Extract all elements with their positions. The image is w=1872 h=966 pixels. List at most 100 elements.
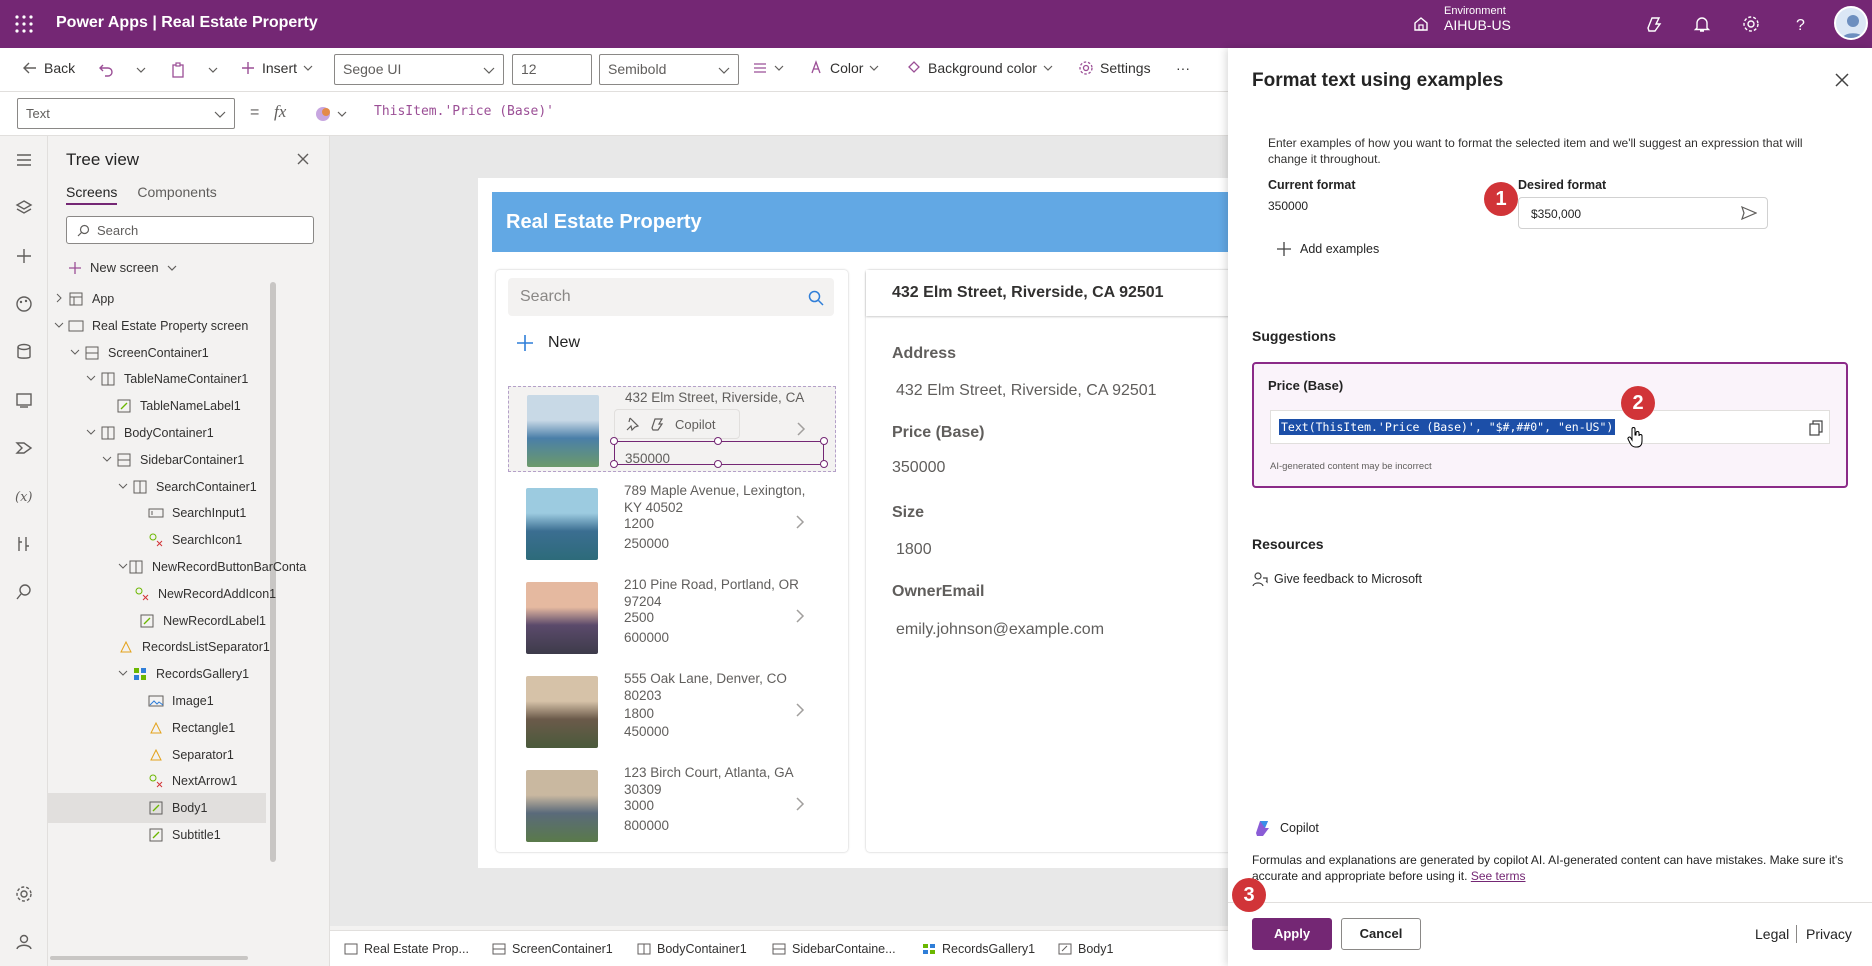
legal-link[interactable]: Legal	[1755, 926, 1789, 942]
gallery-row[interactable]: 210 Pine Road, Portland, OR 97204 2500 600…	[508, 574, 836, 660]
more-button[interactable]: ···	[1176, 60, 1190, 76]
close-icon[interactable]	[296, 152, 310, 166]
pin-icon[interactable]	[625, 417, 639, 431]
data-cylinder-icon[interactable]	[14, 342, 34, 362]
resize-handle[interactable]	[610, 437, 618, 445]
font-weight-select[interactable]: Semibold	[599, 54, 739, 85]
resize-handle[interactable]	[610, 460, 618, 468]
tree-view-layers-icon[interactable]	[14, 198, 34, 218]
tree-item[interactable]: Image1	[48, 686, 266, 716]
apply-button[interactable]: Apply	[1252, 918, 1332, 950]
tree-item[interactable]: NextArrow1	[48, 766, 266, 796]
tree-item[interactable]: ScreenContainer1	[48, 338, 266, 368]
background-color-button[interactable]: Background color	[906, 60, 1053, 76]
breadcrumb-item[interactable]: BodyContainer1	[637, 942, 747, 956]
themes-palette-icon[interactable]	[14, 294, 34, 314]
fx-icon[interactable]: fx	[274, 102, 286, 122]
tree-item[interactable]: SearchContainer1	[48, 472, 266, 502]
tree-item[interactable]: TableNameLabel1	[48, 391, 266, 421]
gallery-row[interactable]: 123 Birch Court, Atlanta, GA 30309 3000 80…	[508, 762, 836, 848]
chevron-down-icon[interactable]	[208, 65, 218, 75]
tree-item[interactable]: Body1	[48, 793, 266, 824]
breadcrumb-item[interactable]: Real Estate Prop...	[344, 942, 469, 956]
breadcrumb-item[interactable]: SidebarContaine...	[772, 942, 896, 956]
formula-input[interactable]: ThisItem.'Price (Base)'	[374, 104, 554, 119]
user-avatar[interactable]	[1834, 6, 1868, 40]
chevron-down-icon[interactable]	[136, 65, 146, 75]
tree-item[interactable]: TableNameContainer1	[48, 364, 266, 394]
resize-handle[interactable]	[820, 437, 828, 445]
tree-item[interactable]: NewRecordAddIcon1	[48, 579, 276, 609]
next-arrow-icon[interactable]	[794, 514, 806, 530]
tree-item[interactable]: SearchIcon1	[48, 525, 266, 555]
color-button[interactable]: Color	[808, 60, 879, 76]
power-automate-icon[interactable]	[14, 438, 34, 458]
copilot-icon[interactable]	[1644, 14, 1664, 34]
tree-item[interactable]: Subtitle1	[48, 820, 266, 850]
back-button[interactable]: Back	[22, 60, 75, 76]
suggestion-code-box[interactable]: Text(ThisItem.'Price (Base)', "$#,##0", …	[1270, 410, 1830, 444]
font-family-select[interactable]: Segoe UI	[334, 54, 504, 85]
chevron-down-icon[interactable]	[118, 480, 132, 494]
chevron-down-icon[interactable]	[102, 453, 116, 467]
chevron-right-icon[interactable]	[54, 292, 68, 306]
media-icon[interactable]	[14, 390, 34, 410]
suggestion-code[interactable]: Text(ThisItem.'Price (Base)', "$#,##0", …	[1279, 419, 1616, 435]
chevron-down-icon[interactable]	[54, 319, 68, 333]
next-arrow-icon[interactable]	[795, 421, 807, 437]
search-icon[interactable]	[14, 582, 34, 602]
cancel-button[interactable]: Cancel	[1341, 918, 1421, 950]
settings-gear-icon[interactable]	[1741, 14, 1761, 34]
insert-plus-icon[interactable]	[14, 246, 34, 266]
tree-item[interactable]: SidebarContainer1	[48, 445, 266, 475]
chevron-down-icon[interactable]	[118, 560, 128, 574]
font-size-input[interactable]: 12	[512, 54, 592, 85]
search-icon[interactable]	[808, 290, 824, 306]
copilot-formula-icon[interactable]	[314, 105, 348, 123]
help-icon[interactable]: ?	[1790, 14, 1810, 34]
environment-picker[interactable]: Environment AIHUB-US	[1444, 5, 1511, 33]
settings-button[interactable]: Settings	[1078, 60, 1151, 76]
tree-item[interactable]: SearchInput1	[48, 498, 266, 528]
gallery-search-input[interactable]: Search	[508, 278, 834, 316]
send-icon[interactable]	[1741, 206, 1757, 220]
copilot-icon[interactable]	[649, 416, 665, 432]
app-launcher-icon[interactable]	[14, 14, 34, 34]
add-examples-button[interactable]: Add examples	[1276, 241, 1379, 257]
tree-item[interactable]: Real Estate Property screen	[48, 311, 266, 341]
gallery-row[interactable]: 555 Oak Lane, Denver, CO 80203 1800 450000	[508, 668, 836, 754]
chevron-down-icon[interactable]	[86, 426, 100, 440]
new-record-button[interactable]: New	[516, 334, 580, 352]
tree-item[interactable]: NewRecordLabel1	[48, 606, 266, 636]
new-screen-button[interactable]: New screen	[68, 260, 177, 275]
close-icon[interactable]	[1834, 72, 1850, 88]
align-button[interactable]	[752, 60, 784, 76]
tab-components[interactable]: Components	[137, 184, 216, 205]
tree-horizontal-scrollbar[interactable]	[50, 956, 248, 960]
privacy-link[interactable]: Privacy	[1806, 926, 1852, 942]
breadcrumb-item[interactable]: RecordsGallery1	[922, 942, 1035, 956]
breadcrumb-item[interactable]: Body1	[1058, 942, 1113, 956]
tree-item[interactable]: NewRecordButtonBarConta	[48, 552, 306, 582]
see-terms-link[interactable]: See terms	[1471, 869, 1526, 883]
next-arrow-icon[interactable]	[794, 608, 806, 624]
paste-icon[interactable]	[170, 62, 186, 78]
tree-item[interactable]: RecordsListSeparator1	[48, 632, 270, 662]
breadcrumb-item[interactable]: ScreenContainer1	[492, 942, 613, 956]
app-header[interactable]: Real Estate Property	[492, 192, 1242, 252]
tree-item[interactable]: App	[48, 284, 266, 314]
copy-icon[interactable]	[1809, 420, 1823, 436]
next-arrow-icon[interactable]	[794, 702, 806, 718]
settings-gear-icon[interactable]	[14, 884, 34, 904]
environment-icon[interactable]	[1412, 15, 1430, 33]
chevron-down-icon[interactable]	[86, 372, 100, 386]
variables-icon[interactable]: (x)	[14, 486, 34, 506]
tree-item[interactable]: Separator1	[48, 740, 266, 770]
tree-item[interactable]: Rectangle1	[48, 713, 266, 743]
resize-handle[interactable]	[714, 460, 722, 468]
tree-item[interactable]: RecordsGallery1	[48, 659, 266, 689]
account-icon[interactable]	[14, 932, 34, 952]
insert-button[interactable]: Insert	[240, 60, 313, 76]
menu-icon[interactable]	[14, 150, 34, 170]
tree-search-input[interactable]: Search	[66, 216, 314, 244]
